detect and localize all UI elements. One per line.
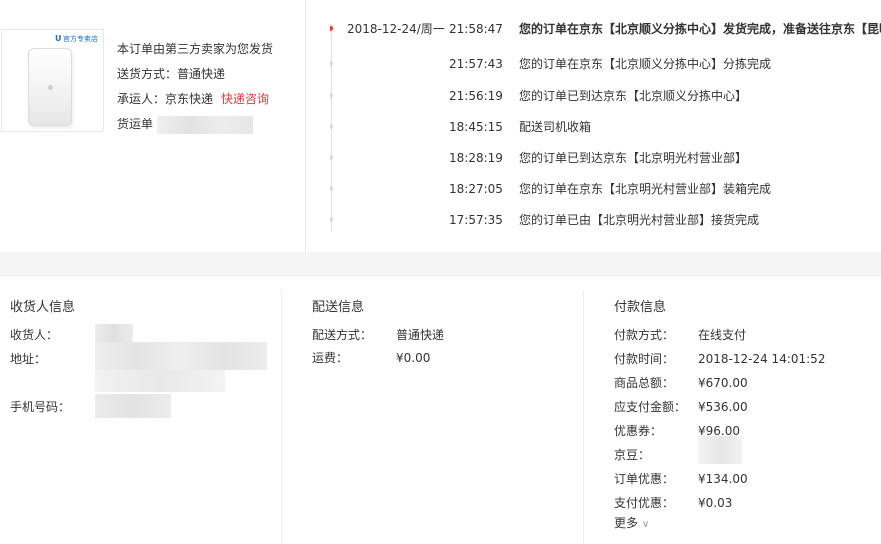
- payment-row-value: 2018-12-24 14:01:52: [698, 352, 826, 366]
- tracking-event-time: 18:28:19: [449, 151, 503, 165]
- delivery-fee-label: 运费：: [312, 351, 349, 365]
- payment-row: 付款方式： 在线支付: [614, 327, 874, 343]
- payment-row: 支付优惠： ¥0.03: [614, 495, 874, 511]
- payment-row-value: ¥670.00: [698, 376, 748, 390]
- receiver-phone-label: 手机号码：: [10, 400, 71, 414]
- carrier-row: 承运人：京东快递 快递咨询: [117, 90, 273, 115]
- tracking-event-text: 您的订单在京东【北京顺义分拣中心】发货完成，准备送往京东【昆明: [519, 22, 881, 36]
- tracking-event-date: 2018-12-24/周一: [347, 22, 445, 36]
- receiver-name-label: 收货人：: [10, 328, 59, 342]
- ship-method-value: 普通快递: [177, 67, 226, 81]
- courier-inquiry-link[interactable]: 快递咨询: [221, 92, 269, 106]
- payment-row-label: 订单优惠：: [614, 472, 675, 486]
- payment-row-label: 商品总额：: [614, 376, 675, 390]
- carrier-label: 承运人：: [117, 92, 166, 106]
- payment-row: 优惠券： ¥96.00: [614, 423, 874, 439]
- timeline-dot-icon: [330, 93, 333, 98]
- payment-row-label: 优惠券：: [614, 424, 663, 438]
- tracking-event-row: 21:56:19 您的订单已到达京东【北京顺义分拣中心】: [330, 86, 881, 106]
- delivery-fee-row: 运费： ¥0.00: [312, 350, 512, 366]
- store-badge: U 官方专卖店: [55, 34, 98, 44]
- more-label: 更多: [614, 516, 639, 530]
- tracking-event-time: 21:58:47: [449, 22, 503, 36]
- receiver-info-title: 收货人信息: [10, 300, 76, 315]
- store-logo-icon: U: [55, 34, 62, 43]
- third-party-note: 本订单由第三方卖家为您发货: [117, 42, 274, 56]
- tracking-event-text: 配送司机收箱: [519, 120, 592, 134]
- payment-row: 应支付金额： ¥536.00: [614, 399, 874, 415]
- payment-row: 付款时间： 2018-12-24 14:01:52: [614, 351, 874, 367]
- payment-row-value: 在线支付: [698, 328, 747, 342]
- payment-row-label: 付款方式：: [614, 328, 675, 342]
- tracking-event-row: 18:45:15 配送司机收箱: [330, 117, 881, 137]
- delivery-fee-value: ¥0.00: [396, 351, 431, 365]
- timeline-dot-icon: [330, 124, 333, 129]
- receiver-address-redacted: [95, 342, 267, 370]
- payment-row-value: ¥134.00: [698, 472, 748, 486]
- payment-info-title: 付款信息: [614, 300, 667, 315]
- payment-row-label: 支付优惠：: [614, 496, 675, 510]
- tracking-event-text: 您的订单已由【北京明光村营业部】接货完成: [519, 213, 760, 227]
- product-thumbnail[interactable]: U 官方专卖店: [1, 29, 104, 132]
- payment-row-value: ¥536.00: [698, 400, 748, 414]
- delivery-info-panel: 配送信息 配送方式： 普通快递 运费： ¥0.00: [282, 276, 583, 544]
- receiver-info-panel: 收货人信息 收货人： 地址： 手机号码：: [0, 276, 281, 544]
- delivery-info-title: 配送信息: [312, 300, 365, 315]
- vertical-divider: [305, 0, 306, 252]
- tracking-event-time: 18:27:05: [449, 182, 503, 196]
- ship-method-label: 送货方式：: [117, 67, 178, 81]
- tracking-number-label: 货运单: [117, 117, 154, 131]
- delivery-method-label: 配送方式：: [312, 328, 373, 342]
- tracking-event-text: 您的订单已到达京东【北京顺义分拣中心】: [519, 89, 748, 103]
- receiver-name-redacted: [95, 324, 133, 344]
- timeline-dot-icon: [330, 186, 333, 191]
- payment-row: 京豆：: [614, 447, 874, 463]
- payment-row-label: 京豆：: [614, 448, 651, 462]
- payment-row-label: 应支付金额：: [614, 400, 687, 414]
- tracking-event-text: 您的订单在京东【北京顺义分拣中心】分拣完成: [519, 57, 772, 71]
- receiver-phone-redacted: [95, 394, 171, 418]
- timeline-dot-icon: [330, 26, 333, 31]
- timeline-dot-icon: [330, 61, 333, 66]
- payment-row: 商品总额： ¥670.00: [614, 375, 874, 391]
- timeline-dot-icon: [330, 217, 333, 222]
- tracking-number-row: 货运单: [117, 115, 273, 140]
- delivery-method-value: 普通快递: [396, 328, 445, 342]
- tracking-event-time: 21:56:19: [449, 89, 503, 103]
- store-badge-label: 官方专卖店: [63, 35, 98, 43]
- tracking-event-row: 18:27:05 您的订单在京东【北京明光村营业部】装箱完成: [330, 179, 881, 199]
- chevron-down-icon: ∨: [642, 519, 650, 530]
- device-led: [48, 85, 53, 90]
- carrier-value: 京东快递: [165, 92, 214, 106]
- product-image: [28, 48, 72, 126]
- tracking-event-row: 21:57:43 您的订单在京东【北京顺义分拣中心】分拣完成: [330, 54, 881, 74]
- more-payment-toggle[interactable]: 更多 ∨: [614, 514, 649, 531]
- ship-method-row: 送货方式：普通快递: [117, 65, 273, 90]
- tracking-event-row: 2018-12-24/周一 21:58:47 您的订单在京东【北京顺义分拣中心】发货…: [330, 19, 881, 39]
- timeline-dot-icon: [330, 155, 333, 160]
- payment-row-label: 付款时间：: [614, 352, 675, 366]
- tracking-event-row: 17:57:35 您的订单已由【北京明光村营业部】接货完成: [330, 210, 881, 230]
- jingdou-redacted: [698, 436, 742, 464]
- payment-row-value: ¥0.03: [698, 496, 733, 510]
- shipping-tracking-section: U 官方专卖店 本订单由第三方卖家为您发货 送货方式：普通快递 承运人：京东快递快…: [0, 0, 881, 252]
- tracking-event-text: 您的订单已到达京东【北京明光村营业部】: [519, 151, 748, 165]
- tracking-event-time: 18:45:15: [449, 120, 503, 134]
- tracking-event-time: 21:57:43: [449, 57, 503, 71]
- tracking-event-text: 您的订单在京东【北京明光村营业部】装箱完成: [519, 182, 772, 196]
- receiver-address-label: 地址：: [10, 352, 47, 366]
- shipping-summary: 本订单由第三方卖家为您发货 送货方式：普通快递 承运人：京东快递 快递咨询 货运单: [117, 40, 273, 140]
- tracking-number-redacted: [157, 115, 254, 134]
- receiver-address-redacted-2: [95, 370, 225, 392]
- tracking-event-row: 18:28:19 您的订单已到达京东【北京明光村营业部】: [330, 148, 881, 168]
- section-divider-band: [0, 252, 881, 276]
- payment-row: 订单优惠： ¥134.00: [614, 471, 874, 487]
- tracking-event-time: 17:57:35: [449, 213, 503, 227]
- delivery-method-row: 配送方式： 普通快递: [312, 327, 512, 343]
- payment-info-panel: 付款信息 付款方式： 在线支付付款时间： 2018-12-24 14:01:52 商品…: [584, 276, 881, 544]
